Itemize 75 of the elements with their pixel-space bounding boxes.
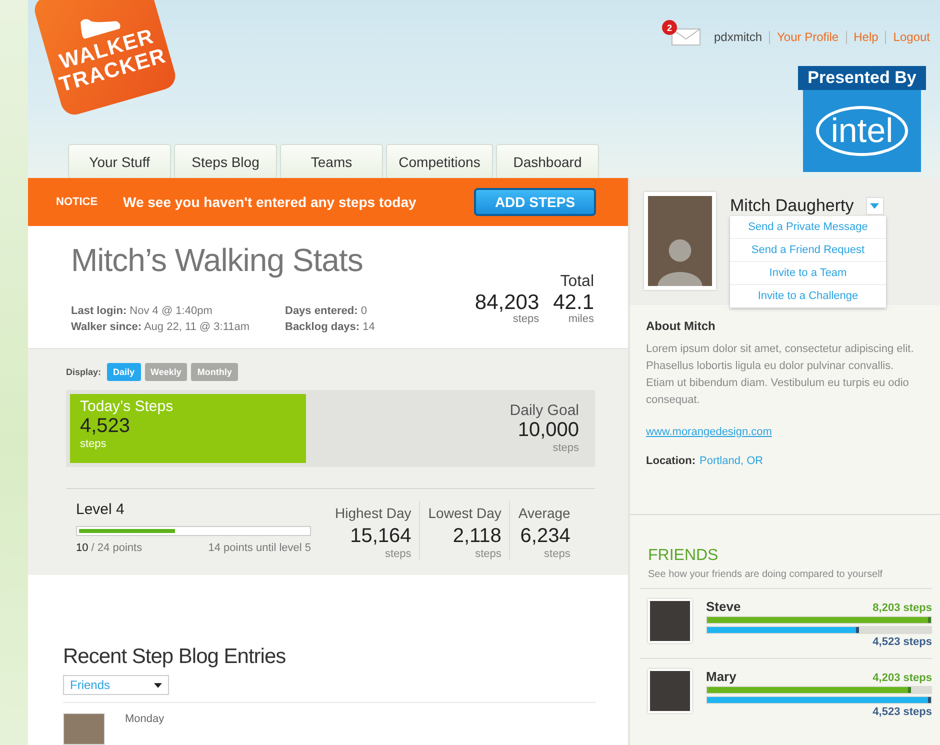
unread-count-badge: 2 <box>662 20 677 35</box>
stat-info: Last login: Nov 4 @ 1:40pm <box>71 304 214 317</box>
entry-day: Monday <box>125 713 164 745</box>
goal-value: 10,000 <box>518 418 579 442</box>
day-stat-value: 6,234 <box>520 524 570 548</box>
location-link[interactable]: Portland, OR <box>700 455 764 467</box>
level-remaining: 14 points until level 5 <box>208 542 311 554</box>
day-stat-unit: steps <box>475 548 502 560</box>
notice-message: We see you haven't entered any steps today <box>123 194 418 210</box>
profile-name: Mitch Daugherty <box>730 196 854 216</box>
menu-item[interactable]: Send a Private Message <box>730 216 886 239</box>
total-value: 84,203 <box>474 290 540 314</box>
day-stat-value: 15,164 <box>350 524 412 548</box>
about-text: Lorem ipsum dolor sit amet, consectetur adipiscing elit. Phasellus lobortis ligula eu dolor pulvinar convallis. Etiam ut bibendum diam. Vestibulum eu turpis eu odio consequat. <box>646 342 915 408</box>
caret-icon <box>870 203 880 209</box>
photo-placeholder <box>648 599 692 643</box>
notice-label: NOTICE <box>56 196 99 208</box>
friends-title: FRIENDS <box>648 547 720 565</box>
caret-icon <box>154 682 162 688</box>
today-unit: steps <box>80 438 108 450</box>
level-points: 10 / 24 points <box>76 542 142 554</box>
mail-icon[interactable] <box>670 28 701 46</box>
header-link[interactable]: Your Profile <box>777 30 839 44</box>
blog-title: Recent Step Blog Entries <box>63 645 287 669</box>
display-option[interactable]: Daily <box>107 362 141 381</box>
display-label: Display: <box>66 366 102 377</box>
friend-steps: 4,203 steps <box>872 672 932 684</box>
goal-label: Daily Goal <box>510 402 579 419</box>
sponsor-label: Presented By <box>798 66 926 90</box>
menu-item[interactable]: Invite to a Team <box>730 262 886 285</box>
total-label: Total <box>560 272 594 291</box>
day-stat-label: Average <box>518 504 570 521</box>
today-label: Today’s Steps <box>80 398 174 415</box>
day-stat-value: 2,118 <box>452 524 502 548</box>
day-stat-label: Highest Day <box>335 504 412 521</box>
filter-dropdown[interactable]: Friends <box>63 675 169 695</box>
location-label: Location: <box>646 455 696 467</box>
menu-item[interactable]: Send a Friend Request <box>730 239 886 262</box>
my-steps: 4,523 steps <box>872 636 932 648</box>
display-option[interactable]: Weekly <box>144 362 188 381</box>
header-link[interactable]: Help <box>854 30 878 44</box>
day-stat-unit: steps <box>384 548 412 560</box>
today-value: 4,523 <box>80 414 132 438</box>
profile-menu-toggle[interactable] <box>866 197 884 215</box>
day-stat-label: Lowest Day <box>428 504 502 521</box>
nav-tab[interactable]: Teams <box>280 144 383 178</box>
nav-tab[interactable]: Dashboard <box>496 144 599 178</box>
day-stat-unit: steps <box>544 548 570 560</box>
header-link[interactable]: Logout <box>893 30 930 44</box>
friends-subtitle: See how your friends are doing compared to yourself <box>648 569 884 580</box>
friend-name[interactable]: Steve <box>706 599 741 614</box>
friend-name[interactable]: Mary <box>706 669 736 684</box>
photo-placeholder <box>63 713 105 745</box>
my-steps: 4,523 steps <box>872 706 932 718</box>
nav-tab[interactable]: Steps Blog <box>174 144 277 178</box>
level-title: Level 4 <box>76 500 126 518</box>
stats-title: Mitch’s Walking Stats <box>71 242 364 279</box>
total-unit: steps <box>512 312 540 325</box>
about-title: About Mitch <box>646 319 716 333</box>
website-link[interactable]: www.morangedesign.com <box>646 426 772 438</box>
friend-steps: 8,203 steps <box>872 602 932 614</box>
total-value: 42.1 <box>553 290 594 314</box>
goal-unit: steps <box>552 442 579 454</box>
stat-info: Days entered: 0 <box>285 304 368 317</box>
nav-tab[interactable]: Your Stuff <box>68 144 171 178</box>
sponsor-name: intel <box>816 106 908 156</box>
menu-item[interactable]: Invite to a Challenge <box>730 285 886 308</box>
nav-tab[interactable]: Competitions <box>386 144 493 178</box>
photo-placeholder <box>648 669 692 713</box>
display-option[interactable]: Monthly <box>191 362 238 381</box>
stat-info: Walker since: Aug 22, 11 @ 3:11am <box>71 320 251 333</box>
add-steps-button[interactable]: ADD STEPS <box>474 188 596 216</box>
username: pdxmitch <box>714 30 762 44</box>
stat-info: Backlog days: 14 <box>285 320 375 333</box>
total-unit: miles <box>568 312 594 325</box>
